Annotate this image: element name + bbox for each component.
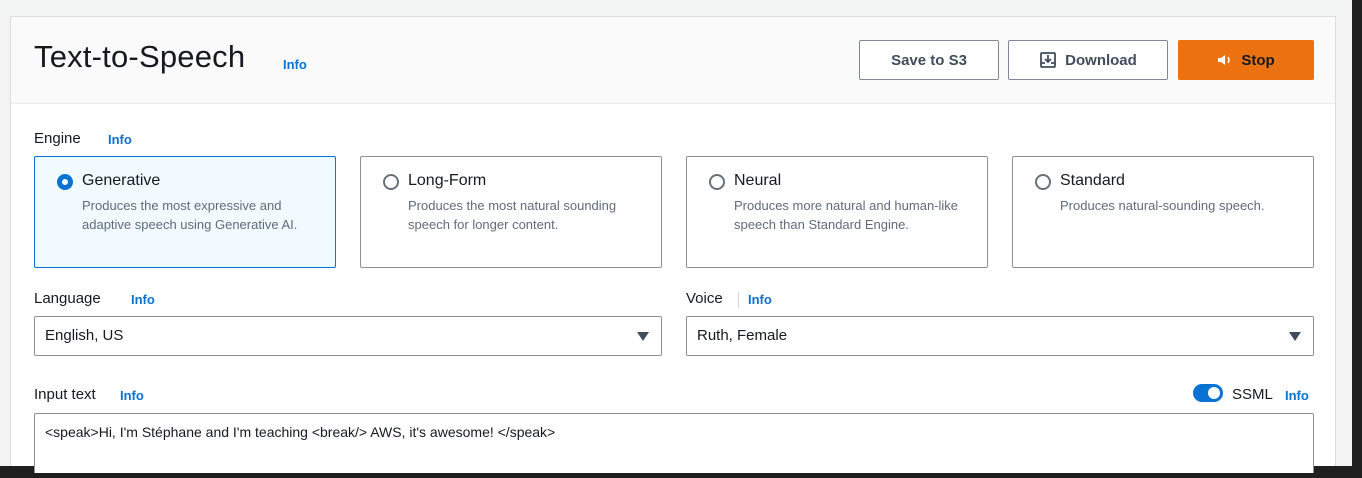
language-info-link[interactable]: Info (131, 292, 155, 307)
stop-button[interactable]: Stop (1178, 40, 1314, 80)
toggle-knob (1208, 387, 1220, 399)
radio-unselected-icon[interactable] (383, 174, 399, 190)
stop-label: Stop (1241, 51, 1275, 69)
radio-selected-icon[interactable] (57, 174, 73, 190)
ssml-toggle[interactable] (1193, 384, 1223, 402)
save-to-s3-label: Save to S3 (891, 51, 967, 69)
engine-info-link[interactable]: Info (108, 132, 132, 147)
text-to-speech-panel: Text-to-Speech Info Save to S3 Download … (10, 16, 1336, 473)
language-label: Language (34, 290, 101, 307)
speaker-icon (1218, 55, 1231, 65)
ssml-label: SSML (1232, 386, 1273, 403)
caret-down-icon (1289, 332, 1301, 341)
radio-unselected-icon[interactable] (1035, 174, 1051, 190)
engine-name: Neural (734, 172, 782, 189)
engine-description: Produces the most natural sounding speec… (408, 198, 617, 232)
engine-option-neural[interactable]: Neural Produces more natural and human-l… (686, 156, 988, 268)
radio-unselected-icon[interactable] (709, 174, 725, 190)
caret-down-icon (637, 332, 649, 341)
engine-option-long-form[interactable]: Long-Form Produces the most natural soun… (360, 156, 662, 268)
voice-select[interactable]: Ruth, Female (686, 316, 1314, 356)
divider (738, 292, 739, 308)
engine-name: Long-Form (408, 172, 487, 189)
language-select[interactable]: English, US (34, 316, 662, 356)
voice-info-link[interactable]: Info (748, 292, 772, 307)
page-background: Text-to-Speech Info Save to S3 Download … (0, 0, 1352, 473)
engine-name: Standard (1060, 172, 1125, 189)
voice-label: Voice (686, 290, 723, 307)
save-to-s3-button[interactable]: Save to S3 (859, 40, 999, 80)
ssml-info-link[interactable]: Info (1285, 388, 1309, 403)
input-text-label: Input text (34, 386, 96, 403)
panel-header: Text-to-Speech Info Save to S3 Download … (11, 17, 1335, 104)
download-icon (1040, 52, 1057, 68)
title-info-link[interactable]: Info (283, 57, 307, 72)
engine-description: Produces the most expressive and adaptiv… (82, 198, 298, 232)
download-label: Download (1065, 51, 1137, 69)
engine-label: Engine (34, 130, 81, 147)
download-button[interactable]: Download (1008, 40, 1168, 80)
engine-option-generative[interactable]: Generative Produces the most expressive … (34, 156, 336, 268)
engine-description: Produces natural-sounding speech. (1060, 198, 1265, 213)
engine-option-standard[interactable]: Standard Produces natural-sounding speec… (1012, 156, 1314, 268)
input-text-value: <speak>Hi, I'm Stéphane and I'm teaching… (45, 424, 556, 440)
engine-description: Produces more natural and human-like spe… (734, 198, 959, 232)
voice-value: Ruth, Female (697, 327, 788, 344)
page-title: Text-to-Speech (34, 39, 246, 74)
input-text-area[interactable]: <speak>Hi, I'm Stéphane and I'm teaching… (34, 413, 1314, 473)
language-value: English, US (45, 327, 124, 344)
input-text-info-link[interactable]: Info (120, 388, 144, 403)
engine-name: Generative (82, 172, 161, 189)
